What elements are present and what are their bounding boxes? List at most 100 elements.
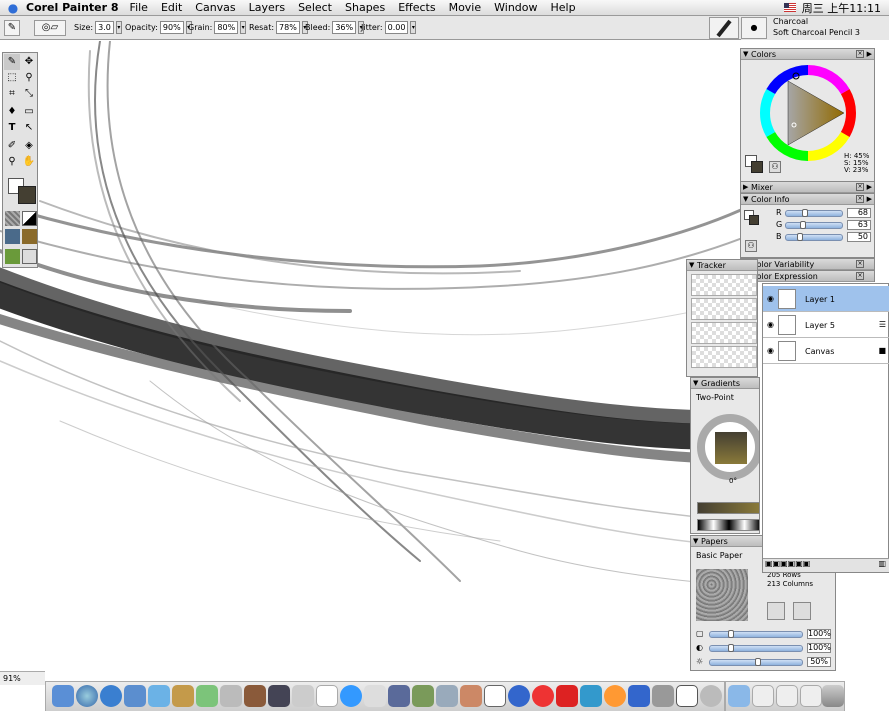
bleed-field[interactable]: 36% [332,21,357,34]
ical-icon[interactable] [316,685,338,707]
tracker-stroke-item[interactable] [691,322,757,344]
r-slider-knob[interactable] [802,209,808,217]
paper-brightness-value[interactable]: 50% [807,657,831,667]
folder-icon[interactable] [728,685,750,707]
color-info-panel-header[interactable]: ▼ Color Info × ▶ [741,194,874,205]
layer-name[interactable]: Layer 5 [805,321,835,330]
magnifier-tool-button[interactable]: ⚲ [4,154,20,170]
panel-menu-icon[interactable]: ▶ [867,49,872,60]
colors-panel-header[interactable]: ▼ Colors × ▶ [741,49,874,60]
jitter-field[interactable]: 0.00 [384,21,409,34]
resat-field[interactable]: 78% [276,21,300,34]
gradient-type-name[interactable]: Two-Point [696,393,734,402]
b-slider-knob[interactable] [797,233,803,241]
zoom-level[interactable]: 91% [3,674,21,683]
corel-painter-icon[interactable] [460,685,482,707]
menu-help[interactable]: Help [551,1,576,14]
menu-file[interactable]: File [130,1,148,14]
paper-name[interactable]: Basic Paper [696,551,742,560]
rectangle-shape-tool-button[interactable]: ▭ [21,104,37,120]
stroke-type-icon[interactable]: ◎▱ [34,20,66,36]
close-icon[interactable]: × [856,260,864,268]
dropper-tool-button[interactable]: ✐ [4,138,20,154]
panel-menu-icon[interactable]: ▶ [867,182,872,193]
menu-edit[interactable]: Edit [161,1,182,14]
safari-icon[interactable] [76,685,98,707]
brush-category-name[interactable]: Charcoal [773,17,808,26]
pen-tool-button[interactable]: ♦ [4,104,20,120]
system-preferences-icon[interactable] [364,685,386,707]
g-slider[interactable] [785,221,843,229]
menu-effects[interactable]: Effects [398,1,435,14]
minimized-window-icon[interactable] [752,685,774,707]
application-icon[interactable] [388,685,410,707]
trash-icon[interactable]: ▥ [878,559,886,568]
address-book-icon[interactable] [172,685,194,707]
paper-selector-icon[interactable] [5,211,20,226]
tracker-stroke-item[interactable] [691,298,757,320]
brush-tool-button[interactable]: ✎ [4,54,20,70]
paper-scale-knob[interactable] [728,630,734,638]
text-tool-button[interactable]: T [4,120,20,136]
color-expression-panel-header[interactable]: ▶ Color Expression × [741,271,874,282]
apple-menu-icon[interactable]: ● [0,1,26,15]
collapse-icon[interactable]: ▼ [689,260,694,271]
layer-row[interactable]: ◉ Canvas ■ [763,338,889,364]
application-icon[interactable] [700,685,722,707]
layer-adjuster-tool-button[interactable]: ✥ [21,54,37,70]
size-stepper[interactable]: ▾ [115,21,122,34]
invert-paper-icon[interactable] [793,602,811,620]
gradients-panel-header[interactable]: ▼ Gradients [691,378,759,389]
pattern-selector-icon[interactable] [5,229,20,244]
jitter-stepper[interactable]: ▾ [410,21,417,34]
application-icon[interactable] [604,685,626,707]
menu-window[interactable]: Window [494,1,537,14]
mail-icon[interactable] [124,685,146,707]
b-value[interactable]: 50 [847,232,871,242]
info-main-swatch[interactable] [749,215,759,225]
menu-canvas[interactable]: Canvas [195,1,235,14]
paper-scale-slider[interactable] [709,630,803,638]
collapse-icon[interactable]: ▼ [743,194,748,205]
application-icon[interactable] [412,685,434,707]
application-icon[interactable] [556,685,578,707]
menu-shapes[interactable]: Shapes [345,1,385,14]
gradient-bar[interactable] [697,502,759,514]
visibility-eye-icon[interactable]: ◉ [767,294,774,303]
minimized-window-icon[interactable] [800,685,822,707]
itunes-icon[interactable] [196,685,218,707]
sherlock-icon[interactable] [340,685,362,707]
gradient-angle-ring[interactable] [697,414,759,480]
application-icon[interactable] [532,685,554,707]
grabber-tool-button[interactable]: ✋ [21,154,37,170]
transform-tool-button[interactable]: ⤡ [21,86,37,102]
mixer-panel-header[interactable]: ▶ Mixer × ▶ [741,182,874,193]
g-value[interactable]: 63 [847,220,871,230]
application-icon[interactable] [628,685,650,707]
clone-color-icon[interactable]: ⚇ [745,240,757,252]
paper-contrast-knob[interactable] [728,644,734,652]
close-icon[interactable]: × [856,50,864,58]
menu-layers[interactable]: Layers [249,1,285,14]
size-field[interactable]: 3.0 [95,21,114,34]
gradient-selector-icon[interactable] [22,211,37,226]
look-selector-icon[interactable] [5,249,20,264]
menu-clock[interactable]: 周三 上午11:11 [802,0,881,16]
visibility-eye-icon[interactable]: ◉ [767,320,774,329]
ichat-icon[interactable] [148,685,170,707]
color-variability-panel-header[interactable]: ▶ Color Variability × [741,259,874,270]
input-menu-flag-icon[interactable] [783,3,796,12]
finder-icon[interactable] [52,685,74,707]
brush-category-icon[interactable] [709,17,739,39]
tracker-panel-header[interactable]: ▼ Tracker [687,260,757,271]
iphoto-icon[interactable] [244,685,266,707]
document-canvas[interactable] [0,41,740,671]
brush-tool-icon[interactable]: ✎ [4,20,20,36]
collapse-icon[interactable]: ▼ [743,49,748,60]
opacity-field[interactable]: 90% [159,21,184,34]
b-slider[interactable] [785,233,843,241]
menu-select[interactable]: Select [298,1,332,14]
weave-selector-icon[interactable] [22,229,37,244]
panel-menu-icon[interactable]: ▶ [867,194,872,205]
gradient-type-buttons[interactable] [697,519,759,531]
